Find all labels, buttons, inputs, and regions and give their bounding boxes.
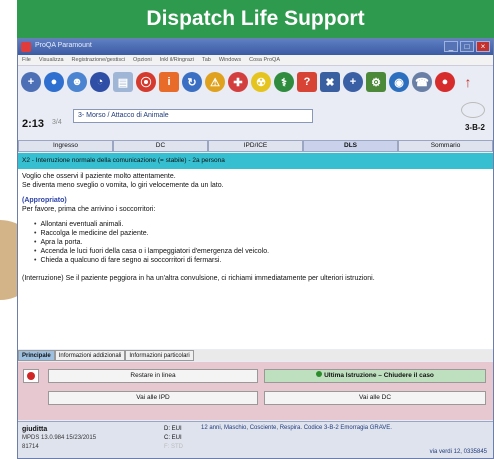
intro-line-2: Se diventa meno sveglio o vomita, lo gir… [22,182,224,189]
go-ipd-button[interactable]: Vai alle IPD [48,391,258,405]
case-info: 2:13 3/4 3- Morso / Attacco di Animale 3… [18,98,493,134]
status-f: F: STD [164,444,183,450]
contacts-icon[interactable]: ☎ [412,72,432,92]
menu-windows[interactable]: Windows [219,57,241,63]
subheading: (Appropriato) [22,197,67,204]
toolbar: + ● ☻ ◔ ▤ ⦿ i ↻ ⚠ ✚ ☢ ⚕? ✖ + ⚙ ◉ ☎ ● ↑ [18,67,493,97]
tab-dls[interactable]: DLS [303,140,398,152]
list-item: Apra la porta. [34,238,489,247]
status-c: C: EUI [164,435,182,441]
maximize-button[interactable]: □ [460,41,474,52]
menu-tab[interactable]: Tab [202,57,211,63]
stop-icon [27,372,35,380]
document-icon[interactable]: ▤ [113,72,133,92]
banner-title: Dispatch Life Support [17,0,494,38]
case-description: 12 anni, Maschio, Cosciente, Respira. Co… [201,425,392,431]
medic-icon[interactable]: ⚕ [274,72,294,92]
software-version: MPDS 13.0.984 15/23/2015 [22,435,97,441]
menu-register[interactable]: Registrazione/gestisci [72,57,126,63]
user-icon[interactable]: ☻ [67,72,87,92]
list-item: Accenda le luci fuori della casa o i lam… [34,247,489,256]
case-timer-sub: 3/4 [52,119,62,126]
list-item: Raccolga le medicine del paziente. [34,229,489,238]
case-timer: 2:13 [22,118,45,130]
actions-panel: Restare in linea Ultima Istruzione – Chi… [18,362,493,420]
warning-icon[interactable]: ⚠ [205,72,225,92]
go-dc-button[interactable]: Vai alle DC [264,391,486,405]
close-case-button[interactable]: Ultima Istruzione – Chiudere il caso [264,369,486,383]
settings-icon[interactable]: ⚙ [366,72,386,92]
list-item: Chieda a qualcuno di fare segno ai socco… [34,256,489,265]
info-icon[interactable]: i [159,72,179,92]
exit-icon[interactable]: ↑ [458,72,478,92]
tab-ingresso[interactable]: Ingresso [18,140,113,152]
cross-icon[interactable]: ✖ [320,72,340,92]
globe-icon[interactable]: ◉ [389,72,409,92]
tab-particular-info[interactable]: Informazioni particolari [125,350,194,361]
tab-dc[interactable]: DC [113,140,208,152]
restore-line-button[interactable]: Restare in linea [48,369,258,383]
new-case-icon[interactable]: + [21,72,41,92]
tab-additional-info[interactable]: Informazioni addizionali [54,350,126,361]
window-title: ProQA Paramount [35,42,92,49]
menu-thanks[interactable]: Inkl il/Ringrazi [160,57,194,63]
record-icon[interactable]: ● [435,72,455,92]
list-item: Allontani eventuali animali. [34,220,489,229]
stop-icon[interactable]: ● [44,72,64,92]
intervention-note: (Interruzione) Se il paziente peggiora i… [22,275,375,282]
minimize-button[interactable]: _ [444,41,458,52]
help-icon[interactable]: ? [297,72,317,92]
menu-options[interactable]: Opzioni [133,57,152,63]
status-bar: giuditta MPDS 13.0.984 15/23/2015 81714 … [18,421,493,458]
please-line: Per favore, prima che arrivino i soccorr… [22,206,156,213]
tab-ipd-ice[interactable]: IPD/ICE [208,140,303,152]
title-bar: ProQA Paramount _ □ × [18,39,493,55]
app-icon [21,42,31,52]
main-tabs: Ingresso DC IPD/ICE DLS Sommario [18,140,493,152]
bottom-tabs: Principale Informazioni addizionali Info… [18,350,493,361]
cardio-icon[interactable]: ✚ [228,72,248,92]
determinant-code-icon [461,102,485,118]
close-case-label: Ultima Istruzione – Chiudere il caso [324,372,434,379]
tab-sommario[interactable]: Sommario [398,140,493,152]
ok-icon [316,371,323,377]
menu-about[interactable]: Cosa ProQA [249,57,280,63]
close-button[interactable]: × [476,41,490,52]
plus-icon[interactable]: + [343,72,363,92]
tab-principale[interactable]: Principale [18,350,55,361]
caller-address: via verdi 12, 0335845 [429,449,487,455]
instruction-content: Voglio che osservi il paziente molto att… [18,169,493,349]
case-number: 81714 [22,444,39,450]
instruction-list: Allontani eventuali animali. Raccolga le… [30,220,489,265]
menu-bar: File Visualizza Registrazione/gestisci O… [18,55,493,66]
section-title: X2 - Interruzione normale della comunica… [18,153,493,169]
alert-icon[interactable]: ⦿ [136,72,156,92]
determinant-code: 3-B-2 [464,123,485,132]
hazard-icon[interactable]: ☢ [251,72,271,92]
status-d: D: EUI [164,426,182,432]
protocol-field[interactable]: 3- Morso / Attacco di Animale [73,109,313,123]
stop-button[interactable] [23,369,39,383]
app-window: ProQA Paramount _ □ × File Visualizza Re… [17,38,494,459]
cycle-icon[interactable]: ↻ [182,72,202,92]
window-controls: _ □ × [444,41,490,52]
menu-view[interactable]: Visualizza [39,57,64,63]
intro-line-1: Voglio che osservi il paziente molto att… [22,173,176,180]
user-name: giuditta [22,426,48,433]
menu-file[interactable]: File [22,57,31,63]
timer-icon[interactable]: ◔ [90,72,110,92]
